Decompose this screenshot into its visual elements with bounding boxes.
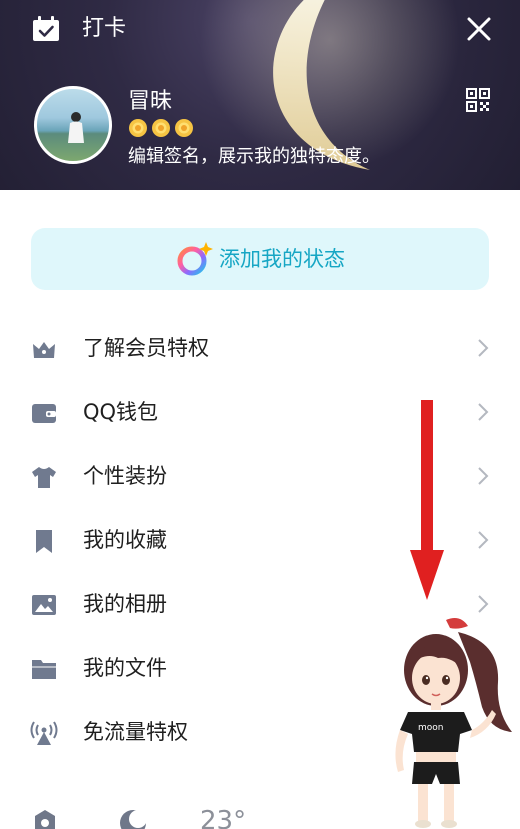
chevron-right-icon: [478, 467, 489, 485]
sun-badge-icon: [152, 119, 170, 137]
add-status-label: 添加我的状态: [219, 247, 345, 271]
red-down-arrow-overlay: [410, 400, 444, 600]
profile-header: 打卡 冒昧 编辑签名，展示我的独特态度。: [0, 0, 520, 190]
menu-item-vip-privileges[interactable]: 了解会员特权: [0, 316, 520, 380]
signal-tower-icon: [30, 721, 58, 745]
chevron-right-icon: [478, 531, 489, 549]
avatar-person-image: [68, 112, 84, 143]
username[interactable]: 冒昧: [128, 88, 172, 116]
svg-text:moon: moon: [418, 723, 443, 733]
menu-item-label: QQ钱包: [83, 400, 159, 424]
settings-icon[interactable]: [30, 808, 60, 829]
bottom-bar: 23°: [0, 800, 520, 829]
chevron-right-icon: [478, 595, 489, 613]
menu-item-label: 免流量特权: [83, 720, 188, 744]
level-badges[interactable]: [128, 118, 194, 140]
night-mode-icon[interactable]: [118, 808, 148, 829]
avatar[interactable]: [34, 86, 112, 164]
sun-badge-icon: [129, 119, 147, 137]
sun-badge-icon: [175, 119, 193, 137]
signature-text[interactable]: 编辑签名，展示我的独特态度。: [128, 144, 380, 170]
checkin-label[interactable]: 打卡: [82, 14, 126, 44]
calendar-check-icon[interactable]: [32, 16, 60, 42]
menu-item-label: 了解会员特权: [83, 336, 209, 360]
close-icon[interactable]: [462, 12, 496, 46]
cartoon-girl-sticker: moon: [395, 618, 512, 828]
colorful-ring-sparkle-icon: [177, 242, 213, 276]
menu-item-label: 我的文件: [83, 656, 167, 680]
folder-icon: [32, 660, 56, 679]
qr-code-icon[interactable]: [466, 88, 490, 112]
tshirt-icon: [32, 467, 56, 488]
photo-icon: [32, 595, 56, 615]
chevron-right-icon: [478, 403, 489, 421]
top-bar: 打卡: [0, 0, 520, 60]
menu-item-label: 个性装扮: [83, 464, 167, 488]
menu-item-label: 我的收藏: [83, 528, 167, 552]
wallet-icon: [32, 404, 56, 423]
bookmark-icon: [36, 530, 52, 553]
menu-item-label: 我的相册: [83, 592, 167, 616]
add-status-button[interactable]: 添加我的状态: [31, 228, 489, 290]
chevron-right-icon: [478, 339, 489, 357]
weather-temperature[interactable]: 23°: [200, 804, 246, 829]
crown-icon: [33, 342, 55, 358]
